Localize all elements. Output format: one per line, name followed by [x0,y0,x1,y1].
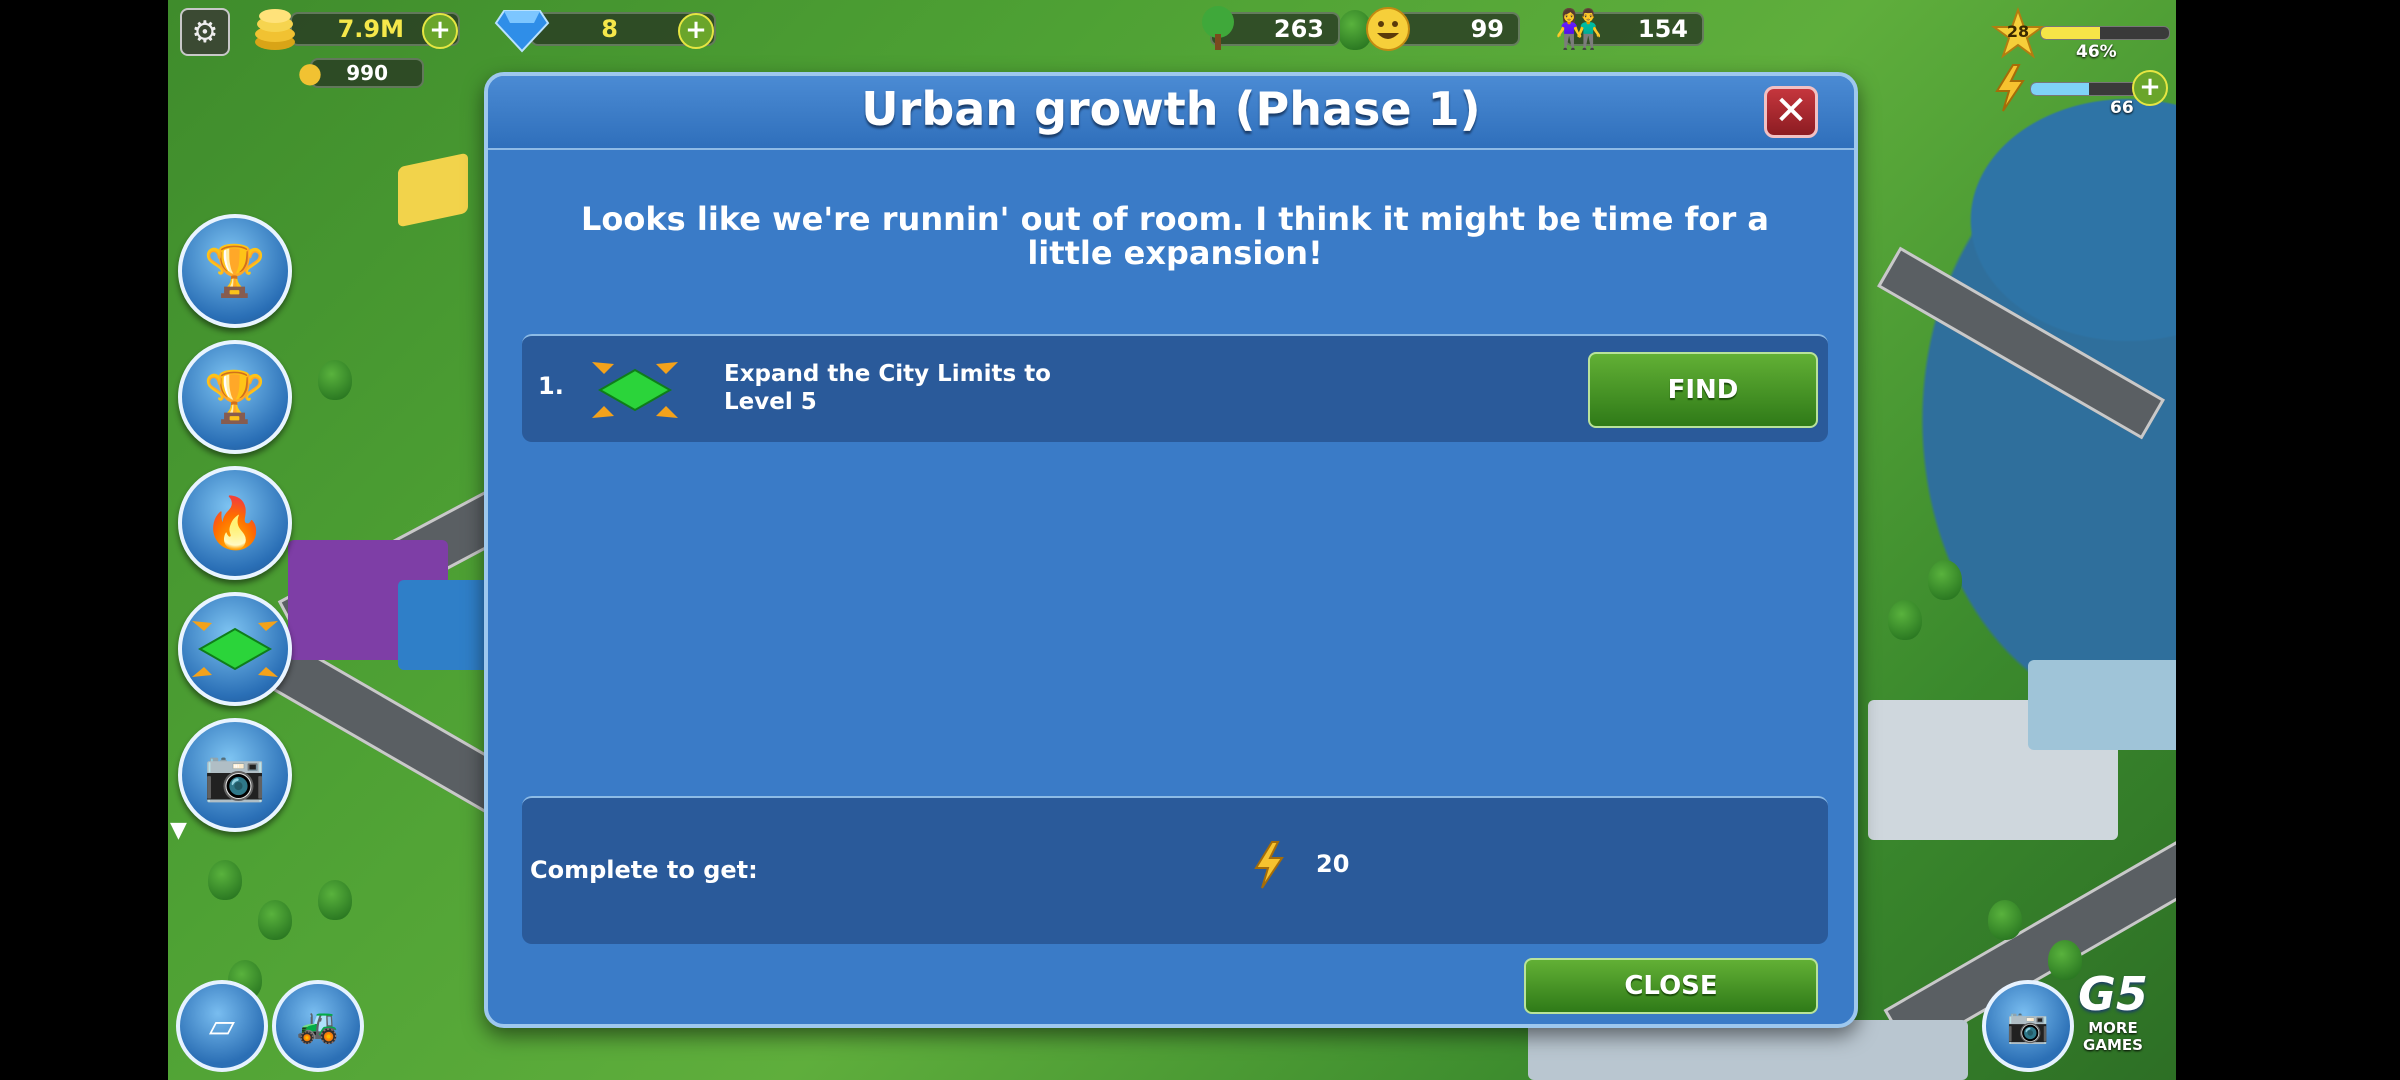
expand-city-button[interactable] [178,592,292,706]
road [1876,246,2166,440]
road-icon: ▱ [208,1006,236,1046]
find-button[interactable]: FIND [1588,352,1818,428]
population-value: 154 [1637,15,1688,43]
greenbacks-icon: ● [297,55,323,89]
collapse-arrow-icon[interactable]: ▼ [170,818,187,843]
expand-icon [192,621,278,677]
tree [1988,900,2022,940]
tree [1888,600,1922,640]
smiley-icon [1362,4,1414,54]
billboard [398,152,468,228]
tree [318,880,352,920]
tree [258,900,292,940]
more-games-button[interactable]: G5 MORE GAMES [2066,968,2160,1060]
tree [208,860,242,900]
trophy-tree-icon: 🏆 [203,241,267,300]
g5-logo: G5 [2078,967,2148,1021]
camera-button[interactable]: 📷 [178,718,292,832]
photo-button[interactable]: 📷 [1982,980,2074,1072]
quest-dialog: Urban growth (Phase 1) ✕ Looks like we'r… [484,72,1858,1028]
bulldozer-icon: 🚜 [296,1006,340,1046]
building [2028,660,2176,750]
gear-icon[interactable]: ⚙ [180,8,230,56]
happiness-value: 99 [1470,15,1504,43]
population-goal-button[interactable]: 🏆 [178,340,292,454]
coins-icon [248,2,302,56]
energy-bolt-icon [1990,62,2030,114]
dialog-title: Urban growth (Phase 1) [861,82,1481,136]
gems-value: 8 [601,15,618,43]
trees-goal-button[interactable]: 🏆 [178,214,292,328]
xp-bar-fill [2041,27,2100,39]
bulldozer-button[interactable]: 🚜 [272,980,364,1072]
quest-message: Looks like we're runnin' out of room. I … [581,200,1769,272]
add-energy-button[interactable]: + [2132,70,2168,106]
fire-shield-icon: 🔥 [203,493,267,552]
population-icon: 👫 [1555,6,1603,51]
gem-icon [492,4,552,56]
reward-panel: Complete to get: 20 [522,796,1828,944]
reward-value: 20 [1316,850,1350,878]
building [1528,1020,1968,1080]
expand-icon [592,362,678,418]
reward-label: Complete to get: [530,856,758,884]
add-gems-button[interactable]: + [678,13,714,49]
xp-bar [2040,26,2170,40]
task-number: 1. [538,372,564,400]
level-number: 28 [2006,22,2030,41]
tree [318,360,352,400]
greenbacks-value: 990 [346,61,388,85]
tree-icon [1190,2,1246,56]
energy-bar-fill [2031,83,2089,95]
task-description: Expand the City Limits to Level 5 [724,361,1051,415]
camera-icon: 📷 [203,745,267,804]
roads-button[interactable]: ▱ [176,980,268,1072]
tree [1928,560,1962,600]
camera-icon: 📷 [2006,1006,2050,1046]
energy-value: 66 [2110,98,2134,118]
close-button[interactable]: CLOSE [1524,958,1818,1014]
dialog-header: Urban growth (Phase 1) ✕ [488,76,1854,150]
building [398,580,498,670]
xp-percent-label: 46% [2076,42,2117,62]
more-games-label: MORE GAMES [2083,1019,2143,1054]
trophy-people-icon: 🏆 [203,367,267,426]
add-coins-button[interactable]: + [422,13,458,49]
trees-value: 263 [1273,15,1324,43]
close-icon[interactable]: ✕ [1764,86,1818,138]
fire-department-button[interactable]: 🔥 [178,466,292,580]
energy-bolt-icon [1254,841,1284,889]
task-row: 1. Expand the City Limits to Level 5 FIN… [522,334,1828,442]
coins-value: 7.9M [337,15,404,43]
